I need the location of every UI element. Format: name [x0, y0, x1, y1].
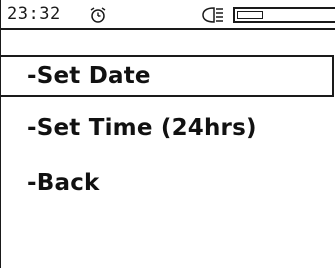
status-bar: 23:32: [1, 0, 335, 30]
clock-time: 23:32: [7, 4, 61, 24]
headlight-icon: [202, 7, 223, 23]
menu-item-set-time[interactable]: -Set Time (24hrs): [1, 107, 334, 149]
device-screen: 23:32 -Set Date -Set Time (24hrs) -Back: [0, 0, 335, 268]
battery-level: [237, 11, 263, 19]
battery-icon: [233, 7, 335, 23]
alarm-clock-icon: [90, 7, 106, 23]
menu-item-back[interactable]: -Back: [1, 162, 334, 204]
menu-item-set-date[interactable]: -Set Date: [1, 55, 334, 97]
